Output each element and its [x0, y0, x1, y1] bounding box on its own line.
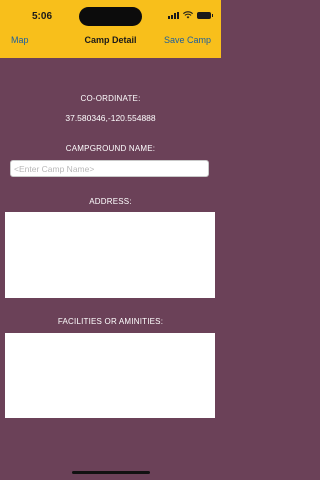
save-camp-button[interactable]: Save Camp [164, 35, 211, 45]
signal-icon [168, 11, 179, 19]
battery-icon [197, 11, 213, 19]
header-bar: 5:06 Map Camp Detail Save Camp [0, 0, 221, 58]
status-icons [168, 11, 213, 19]
facilities-textarea[interactable] [5, 333, 215, 418]
campground-name-input[interactable] [10, 160, 209, 177]
coordinate-label: CO-ORDINATE: [80, 94, 141, 103]
home-indicator [72, 471, 150, 474]
coordinate-value: 37.580346,-120.554888 [65, 113, 156, 123]
address-label: ADDRESS: [89, 197, 132, 206]
status-time: 5:06 [32, 11, 53, 22]
campground-name-label: CAMPGROUND NAME: [65, 144, 156, 153]
address-textarea[interactable] [5, 212, 215, 298]
facilities-label: FACILITIES OR AMINITIES: [57, 317, 164, 326]
dynamic-island [79, 7, 142, 26]
wifi-icon [183, 11, 193, 19]
